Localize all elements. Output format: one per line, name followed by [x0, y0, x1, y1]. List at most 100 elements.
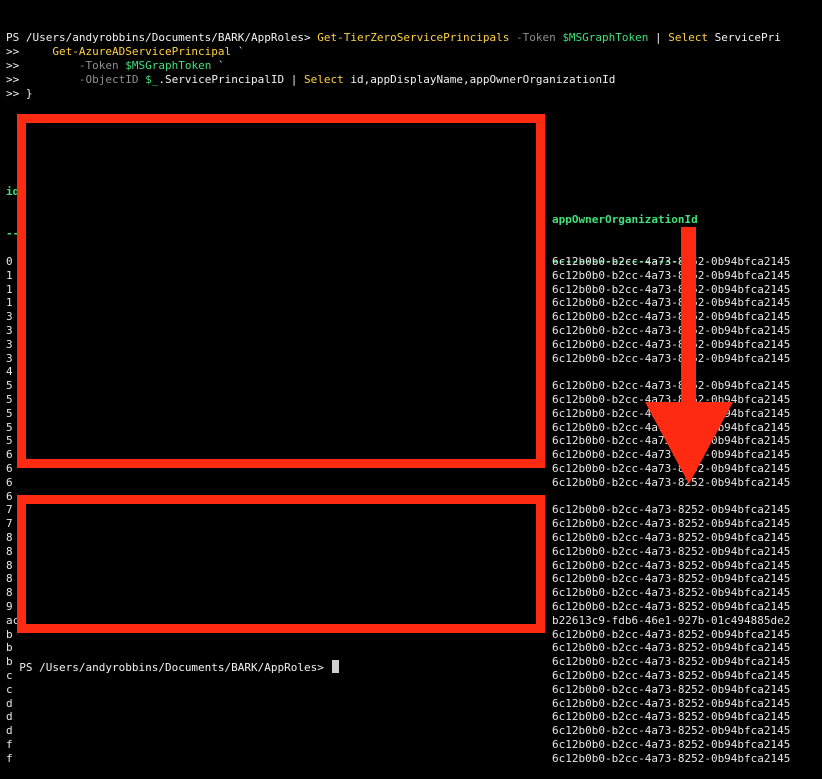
- cell-app-owner-org-id: 6c12b0b0-b2cc-4a73-8252-0b94bfca2145: [552, 544, 791, 558]
- command-block: PS /Users/andyrobbins/Documents/BARK/App…: [6, 31, 822, 101]
- cell-id: 8: [6, 530, 13, 544]
- cell-app-owner-org-id: 6c12b0b0-b2cc-4a73-8252-0b94bfca2145: [552, 641, 791, 655]
- cell-id: 6: [6, 461, 13, 475]
- cell-app-owner-org-id: 6c12b0b0-b2cc-4a73-8252-0b94bfca2145: [552, 599, 791, 613]
- text-cursor: [331, 660, 339, 673]
- cell-app-owner-org-id: 6c12b0b0-b2cc-4a73-8252-0b94bfca2145: [552, 710, 791, 724]
- cell-id: 3: [6, 351, 13, 365]
- cell-app-owner-org-id: 6c12b0b0-b2cc-4a73-8252-0b94bfca2145: [552, 255, 791, 268]
- cell-app-owner-org-id: 6c12b0b0-b2cc-4a73-8252-0b94bfca2145: [552, 696, 791, 710]
- command-token: $_: [145, 73, 159, 86]
- table-row: c 6c12b0b0-b2cc-4a73-8252-0b94bfca2145: [6, 683, 822, 697]
- cell-app-owner-org-id: 6c12b0b0-b2cc-4a73-8252-0b94bfca2145: [552, 268, 791, 282]
- command-line: >> Get-AzureADServicePrincipal `: [6, 45, 822, 59]
- cell-app-owner-org-id: 6c12b0b0-b2cc-4a73-8252-0b94bfca2145: [552, 572, 791, 586]
- command-token: Select: [668, 31, 709, 44]
- cell-app-owner-org-id: 6c12b0b0-b2cc-4a73-8252-0b94bfca2145: [552, 668, 791, 682]
- cell-app-owner-org-id: 6c12b0b0-b2cc-4a73-8252-0b94bfca2145: [552, 627, 791, 641]
- command-token: `: [211, 59, 225, 72]
- cell-app-owner-org-id: 6c12b0b0-b2cc-4a73-8252-0b94bfca2145: [552, 503, 791, 517]
- cell-app-owner-org-id: 6c12b0b0-b2cc-4a73-8252-0b94bfca2145: [552, 586, 791, 600]
- table-row: f 6c12b0b0-b2cc-4a73-8252-0b94bfca2145: [6, 738, 822, 752]
- cell-app-owner-org-id: 6c12b0b0-b2cc-4a73-8252-0b94bfca2145: [552, 724, 791, 738]
- cell-id: 5: [6, 420, 13, 434]
- cell-app-owner-org-id: 6c12b0b0-b2cc-4a73-8252-0b94bfca2145: [552, 323, 791, 337]
- cell-id: d: [6, 724, 13, 738]
- cell-app-owner-org-id: 6c12b0b0-b2cc-4a73-8252-0b94bfca2145: [552, 296, 791, 310]
- cell-id: 1: [6, 282, 13, 296]
- cell-id: 7: [6, 503, 13, 517]
- command-token: }: [19, 87, 33, 100]
- cell-id: 9: [6, 599, 13, 613]
- cell-id: 5: [6, 434, 13, 448]
- cell-id: 3: [6, 337, 13, 351]
- command-token: $MSGraphToken: [125, 59, 212, 72]
- prompt-path: PS /Users/andyrobbins/Documents/BARK/App…: [6, 31, 311, 44]
- cell-app-owner-org-id: 6c12b0b0-b2cc-4a73-8252-0b94bfca2145: [552, 351, 791, 365]
- command-line: >> }: [6, 87, 822, 101]
- cell-id: 4: [6, 365, 13, 379]
- cell-app-owner-org-id: 6c12b0b0-b2cc-4a73-8252-0b94bfca2145: [552, 530, 791, 544]
- command-token: -Token: [19, 59, 126, 72]
- continuation-prompt: >>: [6, 73, 20, 86]
- prompt-path: PS /Users/andyrobbins/Documents/BARK/App…: [19, 661, 324, 674]
- cell-app-owner-org-id: 6c12b0b0-b2cc-4a73-8252-0b94bfca2145: [552, 282, 791, 296]
- command-token: `: [231, 45, 245, 58]
- cell-id: 3: [6, 323, 13, 337]
- redaction-box-top: [17, 114, 545, 468]
- cell-app-owner-org-id: 6c12b0b0-b2cc-4a73-8252-0b94bfca2145: [552, 655, 791, 669]
- cell-id: 5: [6, 379, 13, 393]
- cell-id: 1: [6, 296, 13, 310]
- cell-id: 0: [6, 255, 13, 268]
- command-token: $MSGraphToken: [562, 31, 649, 44]
- cell-app-owner-org-id: 6c12b0b0-b2cc-4a73-8252-0b94bfca2145: [552, 751, 791, 765]
- cell-app-owner-org-id: b22613c9-fdb6-46e1-927b-01c494885de2: [552, 613, 791, 627]
- command-token: Get-TierZeroServicePrincipals: [317, 31, 510, 44]
- continuation-prompt: >>: [6, 87, 20, 100]
- arrow-head-icon: [645, 402, 733, 484]
- command-token: .ServicePrincipalID |: [158, 73, 305, 86]
- command-token: id,appDisplayName,appOwnerOrganizationId: [343, 73, 616, 86]
- command-token: Get-AzureADServicePrincipal: [19, 45, 232, 58]
- command-token: -Token: [509, 31, 563, 44]
- cell-id: d: [6, 710, 13, 724]
- cell-id: 1: [6, 268, 13, 282]
- cell-id: d: [6, 696, 13, 710]
- cell-id: b: [6, 627, 13, 641]
- prompt-line[interactable]: PS /Users/andyrobbins/Documents/BARK/App…: [6, 646, 339, 675]
- cell-app-owner-org-id: 6c12b0b0-b2cc-4a73-8252-0b94bfca2145: [552, 682, 791, 696]
- cell-id: 5: [6, 406, 13, 420]
- cell-id: f: [6, 751, 13, 765]
- cell-id: 8: [6, 586, 13, 600]
- command-line: >> -ObjectID $_.ServicePrincipalID | Sel…: [6, 73, 822, 87]
- cell-id: 5: [6, 392, 13, 406]
- cell-app-owner-org-id: 6c12b0b0-b2cc-4a73-8252-0b94bfca2145: [552, 337, 791, 351]
- cell-id: 8: [6, 558, 13, 572]
- redaction-box-bottom: [17, 495, 545, 633]
- cell-id: 6: [6, 475, 13, 489]
- command-token: -ObjectID: [19, 73, 146, 86]
- cell-id: 8: [6, 572, 13, 586]
- cell-app-owner-org-id: 6c12b0b0-b2cc-4a73-8252-0b94bfca2145: [552, 517, 791, 531]
- cell-id: f: [6, 737, 13, 751]
- command-token: |: [648, 31, 669, 44]
- cell-id: 6: [6, 448, 13, 462]
- cell-app-owner-org-id: 6c12b0b0-b2cc-4a73-8252-0b94bfca2145: [552, 558, 791, 572]
- table-row: d 6c12b0b0-b2cc-4a73-8252-0b94bfca2145: [6, 697, 822, 711]
- cell-app-owner-org-id: 6c12b0b0-b2cc-4a73-8252-0b94bfca2145: [552, 310, 791, 324]
- command-line: PS /Users/andyrobbins/Documents/BARK/App…: [6, 31, 822, 45]
- cell-id: 6: [6, 489, 13, 503]
- command-token: Select: [304, 73, 344, 86]
- cell-id: c: [6, 682, 13, 696]
- cell-id: 3: [6, 310, 13, 324]
- command-token: ServicePri: [708, 31, 781, 44]
- table-row: d 6c12b0b0-b2cc-4a73-8252-0b94bfca2145: [6, 710, 822, 724]
- cell-app-owner-org-id: 6c12b0b0-b2cc-4a73-8252-0b94bfca2145: [552, 737, 791, 751]
- command-line: >> -Token $MSGraphToken `: [6, 59, 822, 73]
- table-row: d 6c12b0b0-b2cc-4a73-8252-0b94bfca2145: [6, 724, 822, 738]
- arrow-shaft: [681, 227, 696, 407]
- cell-id: 7: [6, 517, 13, 531]
- continuation-prompt: >>: [6, 59, 20, 72]
- table-row: f 6c12b0b0-b2cc-4a73-8252-0b94bfca2145: [6, 752, 822, 766]
- continuation-prompt: >>: [6, 45, 20, 58]
